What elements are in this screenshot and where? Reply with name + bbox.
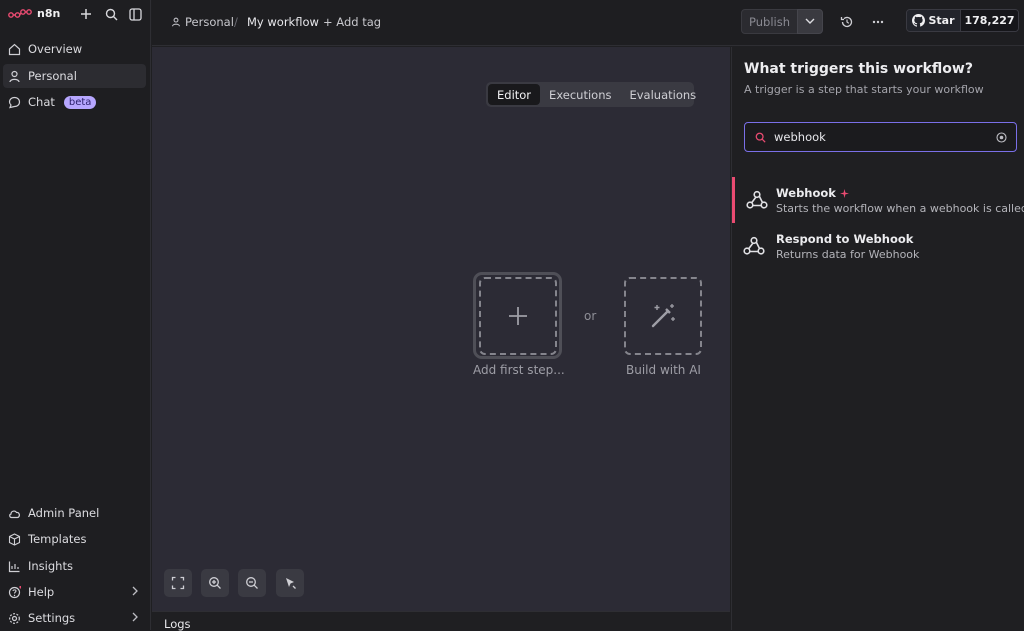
add-icon[interactable] bbox=[78, 6, 94, 22]
top-bar: Personal / My workflow + Add tag Publish… bbox=[152, 0, 1024, 46]
fit-view-icon bbox=[171, 576, 185, 590]
webhook-icon bbox=[746, 190, 768, 209]
fit-view-button[interactable] bbox=[164, 569, 192, 597]
sidebar-item-insights[interactable]: Insights bbox=[3, 554, 146, 578]
home-icon bbox=[8, 43, 21, 55]
github-star: Star bbox=[907, 10, 961, 31]
sidebar-item-overview[interactable]: Overview bbox=[3, 37, 146, 61]
node-description: Starts the workflow when a webhook is ca… bbox=[776, 202, 1024, 215]
sidebar-item-label: Settings bbox=[28, 611, 76, 625]
sidebar-item-admin-panel[interactable]: Admin Panel bbox=[3, 501, 146, 525]
github-icon bbox=[912, 14, 926, 27]
node-name: Webhook bbox=[776, 186, 849, 200]
sidebar: n8n Overview Personal Chat beta Admin Pa… bbox=[0, 0, 151, 630]
tab-editor[interactable]: Editor bbox=[488, 84, 541, 105]
clear-search-icon[interactable] bbox=[996, 132, 1007, 143]
tab-evaluations[interactable]: Evaluations bbox=[620, 84, 705, 105]
chevron-down-icon bbox=[805, 18, 815, 24]
publish-dropdown-button[interactable] bbox=[797, 9, 823, 34]
build-with-ai-label: Build with AI bbox=[626, 363, 701, 377]
app-logo[interactable]: n8n bbox=[8, 7, 60, 20]
github-star-label: Star bbox=[928, 14, 955, 27]
search-icon bbox=[755, 132, 766, 143]
chat-icon bbox=[8, 96, 21, 108]
github-star-button[interactable]: Star 178,227 bbox=[906, 9, 1019, 32]
breadcrumb-project[interactable]: Personal bbox=[171, 15, 234, 29]
sidebar-item-help[interactable]: Help bbox=[3, 580, 146, 604]
node-item-respond-to-webhook[interactable]: Respond to Webhook Returns data for Webh… bbox=[732, 223, 1024, 269]
github-star-count: 178,227 bbox=[961, 10, 1018, 31]
sidebar-item-personal[interactable]: Personal bbox=[3, 64, 146, 88]
sidebar-item-label: Help bbox=[28, 585, 55, 599]
sidebar-item-label: Personal bbox=[28, 69, 77, 83]
chevron-right-icon bbox=[132, 612, 138, 622]
tidy-up-button[interactable] bbox=[276, 569, 304, 597]
user-icon bbox=[9, 70, 20, 82]
chevron-right-icon bbox=[132, 586, 138, 596]
sidebar-item-label: Chat bbox=[28, 95, 55, 109]
trigger-panel: What triggers this workflow? A trigger i… bbox=[731, 47, 1024, 630]
node-name-text: Webhook bbox=[776, 186, 836, 200]
node-search-box[interactable] bbox=[744, 122, 1017, 152]
sidebar-item-label: Templates bbox=[28, 532, 87, 546]
zoom-in-button[interactable] bbox=[201, 569, 229, 597]
magic-wand-icon bbox=[651, 304, 675, 328]
webhook-icon bbox=[743, 236, 765, 255]
view-tabs: Editor Executions Evaluations bbox=[486, 82, 696, 107]
gear-icon bbox=[9, 612, 20, 624]
logs-label: Logs bbox=[164, 617, 191, 631]
sidebar-item-label: Insights bbox=[28, 559, 73, 573]
zoom-out-icon bbox=[246, 577, 258, 589]
panel-subtitle: A trigger is a step that starts your wor… bbox=[744, 83, 984, 96]
panel-toggle-icon[interactable] bbox=[127, 6, 143, 22]
chart-icon bbox=[8, 561, 20, 572]
help-icon bbox=[8, 585, 21, 598]
sidebar-item-templates[interactable]: Templates bbox=[3, 527, 146, 551]
sidebar-item-chat[interactable]: Chat beta bbox=[3, 90, 146, 114]
zoom-out-button[interactable] bbox=[238, 569, 266, 597]
sidebar-item-label: Admin Panel bbox=[28, 506, 100, 520]
node-description: Returns data for Webhook bbox=[776, 248, 920, 261]
plus-icon bbox=[509, 307, 527, 325]
sidebar-item-settings[interactable]: Settings bbox=[3, 606, 146, 630]
workflow-canvas[interactable]: Editor Executions Evaluations Add first … bbox=[152, 47, 730, 611]
beta-badge: beta bbox=[63, 95, 97, 109]
logs-bar[interactable]: Logs bbox=[152, 611, 730, 631]
node-search-input[interactable] bbox=[772, 129, 972, 145]
search-icon[interactable] bbox=[103, 6, 119, 22]
add-tag-link[interactable]: + Add tag bbox=[323, 15, 381, 29]
breadcrumb-separator: / bbox=[234, 15, 238, 29]
panel-title: What triggers this workflow? bbox=[744, 61, 973, 77]
cursor-sparkle-icon bbox=[286, 578, 296, 589]
user-icon bbox=[172, 17, 180, 27]
zoom-in-icon bbox=[209, 577, 221, 589]
history-icon[interactable] bbox=[840, 15, 854, 32]
build-with-ai-button[interactable] bbox=[624, 277, 702, 355]
sparkle-icon bbox=[839, 188, 849, 198]
node-item-webhook[interactable]: Webhook Starts the workflow when a webho… bbox=[732, 177, 1024, 223]
or-label: or bbox=[584, 309, 597, 323]
logo-text: n8n bbox=[37, 7, 61, 20]
more-options-icon[interactable] bbox=[871, 15, 885, 32]
n8n-logo-icon bbox=[8, 8, 32, 18]
add-first-step-button[interactable] bbox=[479, 277, 557, 355]
package-icon bbox=[8, 532, 21, 546]
project-name: Personal bbox=[185, 15, 234, 29]
workflow-name[interactable]: My workflow bbox=[247, 15, 319, 29]
sidebar-item-label: Overview bbox=[28, 42, 83, 56]
cloud-icon bbox=[9, 509, 20, 518]
node-name: Respond to Webhook bbox=[776, 232, 914, 246]
tab-executions[interactable]: Executions bbox=[540, 84, 620, 105]
add-first-step-label: Add first step... bbox=[473, 363, 565, 377]
publish-button[interactable]: Publish bbox=[741, 9, 798, 34]
